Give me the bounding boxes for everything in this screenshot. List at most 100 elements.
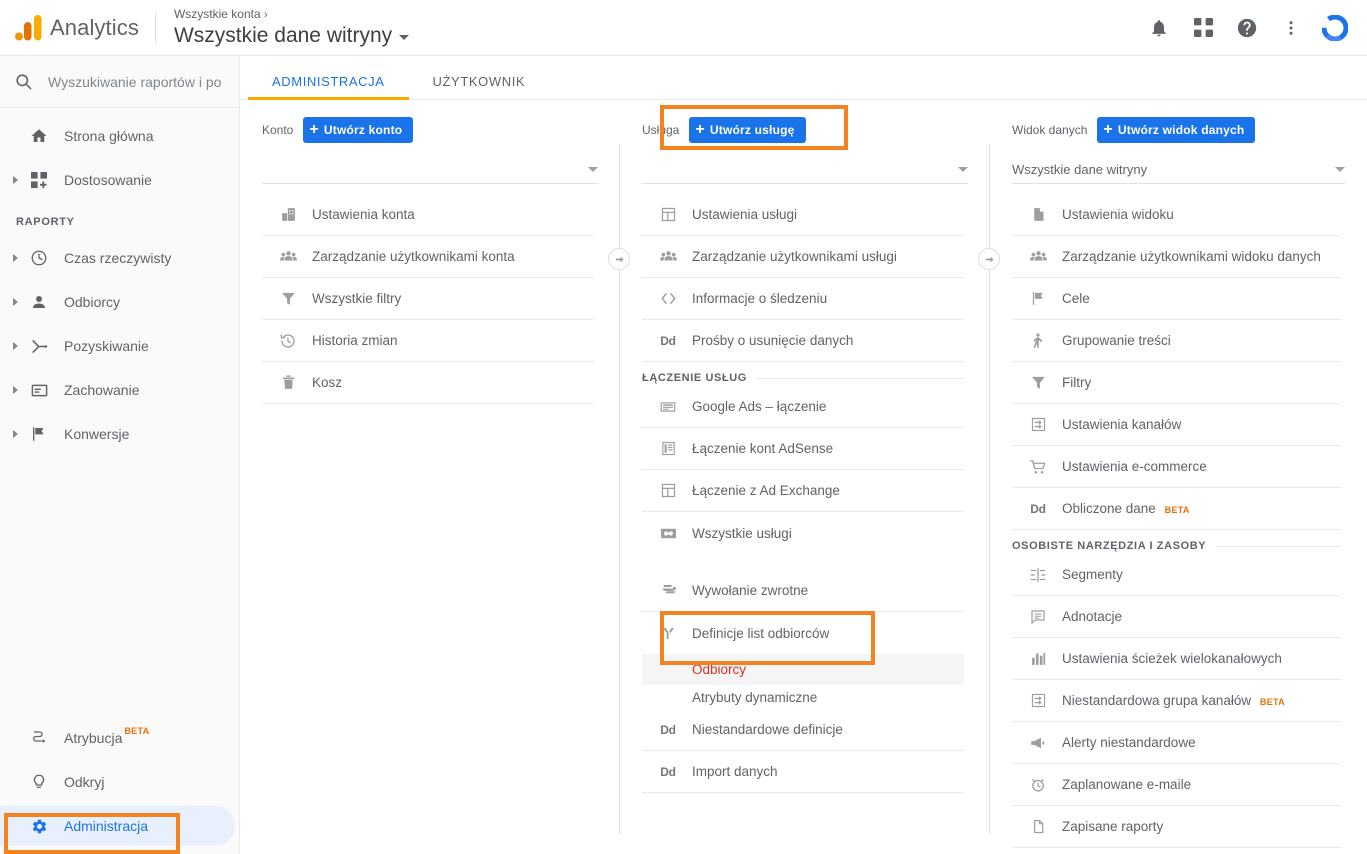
expand-arrow-icon[interactable] [6,430,24,438]
sidebar-item-administration[interactable]: Administracja [0,804,240,848]
sidebar-item-label: Zachowanie [64,382,140,398]
row-data-import[interactable]: Dd Import danych [642,751,964,793]
google-analytics-logo-icon[interactable] [0,14,56,42]
expand-arrow-icon[interactable] [6,176,24,184]
create-account-button[interactable]: + Utwórz konto [303,117,414,143]
row-custom-alerts[interactable]: Alerty niestandardowe [1012,722,1341,764]
row-audience-definitions[interactable]: Definicje list odbiorców [642,612,964,654]
row-audiences[interactable]: Odbiorcy [642,654,964,685]
sidebar-section-reports: RAPORTY [16,216,75,228]
row-property-settings[interactable]: Ustawienia usługi [642,194,964,236]
page-title: Wszystkie dane witryny [173,23,393,47]
property-selector[interactable] [642,156,968,184]
row-scheduled-emails[interactable]: Zaplanowane e-maile [1012,764,1341,806]
sidebar-item-behavior[interactable]: Zachowanie [0,368,239,412]
account-column-header: Konto + Utwórz konto [240,100,620,146]
tab-uzytkownik[interactable]: UŻYTKOWNIK [409,74,550,99]
avatar-icon[interactable] [1313,6,1357,50]
row-label: Prośby o usunięcie danych [692,333,854,348]
property-linking-group-header: ŁĄCZENIE USŁUG [642,372,964,384]
row-label: Zarządzanie użytkownikami usługi [692,249,897,264]
row-custom-definitions[interactable]: Dd Niestandardowe definicje [642,709,964,751]
row-account-settings[interactable]: Ustawienia konta [262,194,594,236]
row-goals[interactable]: Cele [1012,278,1341,320]
sidebar-item-attribution[interactable]: Atrybucja BETA [0,716,240,760]
chevron-down-icon [958,167,968,172]
row-all-products[interactable]: Wszystkie usługi [642,512,964,554]
sidebar-item-label: Odbiorcy [64,294,121,310]
row-filters[interactable]: Filtry [1012,362,1341,404]
row-label: Zapisane raporty [1062,819,1164,834]
create-view-button[interactable]: + Utwórz widok danych [1097,117,1256,143]
chevron-down-icon [399,34,410,40]
sidebar-item-acquisition[interactable]: Pozyskiwanie [0,324,239,368]
layout-icon [654,482,682,499]
search-placeholder: Wyszukiwanie raportów i po [48,73,222,90]
row-postback[interactable]: Wywołanie zwrotne [642,570,964,612]
row-all-filters[interactable]: Wszystkie filtry [262,278,594,320]
expand-arrow-icon[interactable] [6,254,24,262]
view-rows: Ustawienia widoku Zarządzanie użytkownik… [990,194,1367,530]
view-column: Widok danych + Utwórz widok danych Wszys… [990,100,1367,854]
expand-arrow-icon[interactable] [6,298,24,306]
help-icon[interactable] [1225,6,1269,50]
row-tracking-info[interactable]: Informacje o śledzeniu [642,278,964,320]
segments-icon [1024,566,1052,584]
view-selector[interactable]: Wszystkie dane witryny [173,23,410,49]
expand-arrow-icon[interactable] [6,386,24,394]
row-segments[interactable]: Segmenty [1012,554,1341,596]
row-label: Zarządzanie użytkownikami konta [312,249,515,264]
row-view-settings[interactable]: Ustawienia widoku [1012,194,1341,236]
search-input[interactable]: Wyszukiwanie raportów i po [0,56,239,108]
tab-administracja[interactable]: ADMINISTRACJA [248,74,409,100]
row-change-history[interactable]: Historia zmian [262,320,594,362]
topbar-actions [1137,6,1367,50]
row-google-ads-linking[interactable]: Google Ads – łączenie [642,386,964,428]
more-vert-icon[interactable] [1269,6,1313,50]
breadcrumb[interactable]: Wszystkie konta › [174,7,409,22]
row-saved-reports[interactable]: Zapisane raporty [1012,806,1341,848]
row-label: Wszystkie filtry [312,291,402,306]
row-annotations[interactable]: Adnotacje [1012,596,1341,638]
view-selector[interactable]: Wszystkie dane witryny [1012,156,1345,184]
create-property-button[interactable]: + Utwórz usługę [689,117,806,143]
sidebar-item-label: Odkryj [64,774,105,790]
group-label: OSOBISTE NARZĘDZIA I ZASOBY [1012,540,1207,552]
sidebar-item-customization[interactable]: Dostosowanie [0,158,239,202]
account-selector[interactable] [262,156,598,184]
behavior-icon [24,381,54,400]
breadcrumb-label: Wszystkie konta [173,6,261,21]
annotation-icon [1024,608,1052,626]
code-icon [654,289,682,308]
row-view-user-management[interactable]: Zarządzanie użytkownikami widoku danych [1012,236,1341,278]
sidebar-item-realtime[interactable]: Czas rzeczywisty [0,236,239,280]
dd-icon: Dd [660,333,676,348]
sidebar-item-conversions[interactable]: Konwersje [0,412,239,456]
row-ecommerce-settings[interactable]: Ustawienia e-commerce [1012,446,1341,488]
row-dynamic-attributes[interactable]: Atrybuty dynamiczne [642,685,964,709]
row-label: Łączenie z Ad Exchange [692,483,840,498]
notifications-icon[interactable] [1137,6,1181,50]
property-rows: Ustawienia usługi Zarządzanie użytkownik… [620,194,990,362]
row-ad-exchange-linking[interactable]: Łączenie z Ad Exchange [642,470,964,512]
analytics-admin-page: Analytics Wszystkie konta › Wszystkie da… [0,0,1367,854]
row-data-deletion-requests[interactable]: Dd Prośby o usunięcie danych [642,320,964,362]
attribution-icon [24,729,54,747]
search-icon [14,72,48,91]
apps-grid-icon[interactable] [1181,6,1225,50]
row-label: Import danych [692,764,778,779]
row-trash[interactable]: Kosz [262,362,594,404]
sidebar-item-home[interactable]: Strona główna [0,114,239,158]
row-calculated-metrics[interactable]: Dd Obliczone dane BETA [1012,488,1341,530]
sidebar-item-discover[interactable]: Odkryj [0,760,240,804]
row-content-grouping[interactable]: Grupowanie treści [1012,320,1341,362]
row-multichannel-funnel-settings[interactable]: Ustawienia ścieżek wielokanałowych [1012,638,1341,680]
row-adsense-linking[interactable]: Łączenie kont AdSense [642,428,964,470]
row-account-user-management[interactable]: Zarządzanie użytkownikami konta [262,236,594,278]
row-custom-channel-grouping[interactable]: Niestandardowa grupa kanałów BETA [1012,680,1341,722]
row-property-user-management[interactable]: Zarządzanie użytkownikami usługi [642,236,964,278]
row-channel-settings[interactable]: Ustawienia kanałów [1012,404,1341,446]
expand-arrow-icon[interactable] [6,342,24,350]
gear-icon [24,817,54,836]
sidebar-item-audience[interactable]: Odbiorcy [0,280,239,324]
